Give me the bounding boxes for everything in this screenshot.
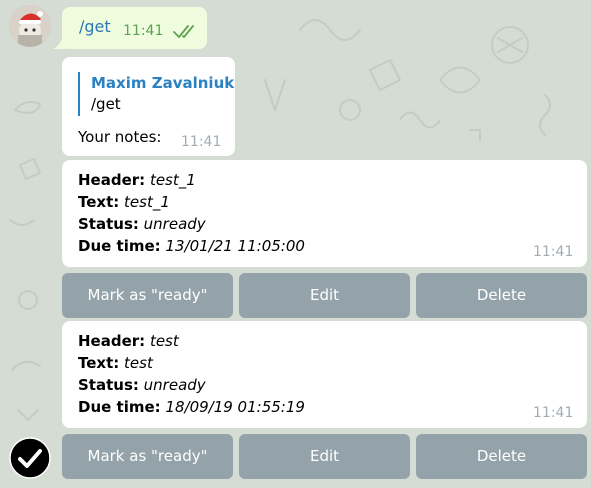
note-status-line: Status: unready (78, 374, 206, 396)
reply-message[interactable]: Maxim Zavalniuk /get Your notes: 11:41 (62, 57, 235, 156)
outgoing-message[interactable]: /get 11:41 (62, 7, 207, 49)
outgoing-message-text[interactable]: /get (79, 17, 111, 36)
note-status-line: Status: unready (78, 213, 206, 235)
delete-button[interactable]: Delete (416, 273, 587, 318)
reply-message-text: Your notes: (78, 128, 162, 146)
note-text-line: Text: test (78, 352, 153, 374)
note-header-line: Header: test_1 (78, 169, 196, 191)
note-due-label: Due time: (78, 237, 161, 255)
delete-button[interactable]: Delete (416, 434, 587, 479)
note-text-label: Text: (78, 193, 120, 211)
note-status-value: unready (143, 376, 206, 394)
note-header-value: test_1 (149, 171, 196, 189)
reply-message-time: 11:41 (181, 134, 222, 150)
mark-ready-button[interactable]: Mark as "ready" (62, 434, 233, 479)
note-due-line: Due time: 18/09/19 01:55:19 (78, 396, 305, 418)
check-circle-icon[interactable] (9, 437, 51, 479)
note-message-time: 11:41 (533, 244, 574, 260)
reply-quote[interactable]: Maxim Zavalniuk /get (78, 72, 234, 116)
edit-button[interactable]: Edit (239, 273, 410, 318)
edit-button[interactable]: Edit (239, 434, 410, 479)
note-text-label: Text: (78, 354, 120, 372)
double-check-icon (173, 25, 194, 38)
note-due-value: 18/09/19 01:55:19 (165, 398, 305, 416)
avatar[interactable] (9, 5, 51, 47)
note-text-line: Text: test_1 (78, 191, 170, 213)
bot-avatar-icon (9, 5, 51, 47)
note-message[interactable]: Header: test_1 Text: test_1 Status: unre… (62, 160, 587, 267)
note-text-value: test (124, 354, 153, 372)
note-header-label: Header: (78, 171, 146, 189)
note-message-time: 11:41 (533, 405, 574, 421)
reply-quoted-text: /get (91, 95, 121, 113)
note-status-value: unready (143, 215, 206, 233)
note-due-value: 13/01/21 11:05:00 (165, 237, 305, 255)
note-due-line: Due time: 13/01/21 11:05:00 (78, 235, 305, 257)
note-header-line: Header: test (78, 330, 179, 352)
note-header-value: test (149, 332, 179, 350)
reply-author: Maxim Zavalniuk (91, 74, 235, 92)
note-text-value: test_1 (124, 193, 170, 211)
note-status-label: Status: (78, 215, 139, 233)
note-status-label: Status: (78, 376, 139, 394)
note-due-label: Due time: (78, 398, 161, 416)
mark-ready-button[interactable]: Mark as "ready" (62, 273, 233, 318)
outgoing-message-time: 11:41 (123, 23, 164, 39)
note-message[interactable]: Header: test Text: test Status: unready … (62, 321, 587, 428)
note-header-label: Header: (78, 332, 146, 350)
